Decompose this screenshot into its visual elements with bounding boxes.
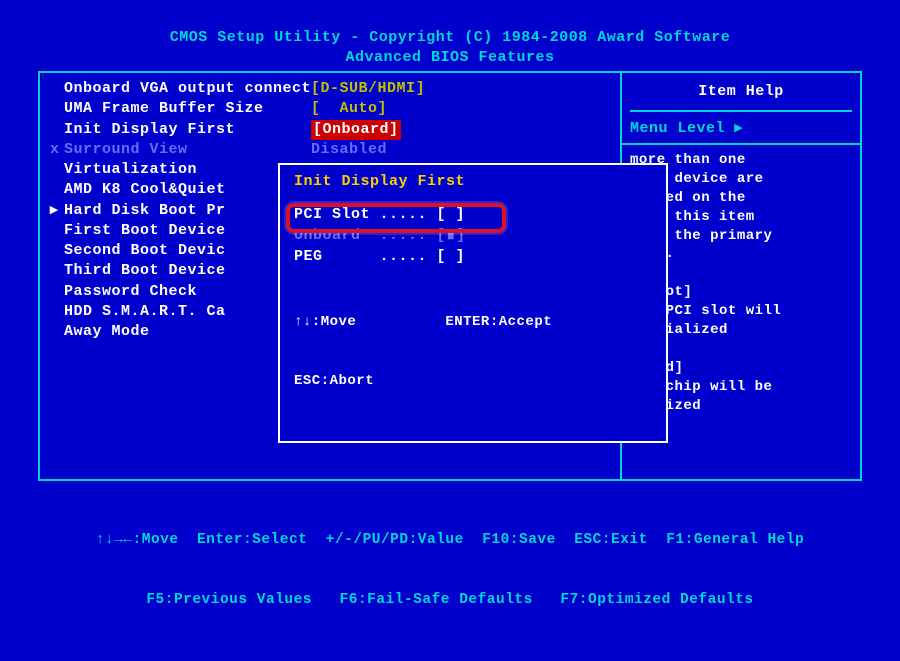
- menu-item[interactable]: UMA Frame Buffer Size [ Auto]: [50, 99, 616, 119]
- menu-marker: [50, 282, 64, 302]
- menu-item[interactable]: Onboard VGA output connect[D-SUB/HDMI]: [50, 79, 616, 99]
- menu-marker: [50, 221, 64, 241]
- menu-label: UMA Frame Buffer Size: [64, 99, 311, 119]
- menu-label: Surround View: [64, 140, 311, 160]
- popup-hint-line1: ↑↓:Move ENTER:Accept: [294, 313, 652, 333]
- menu-marker: [50, 241, 64, 261]
- popup-hint-line2: ESC:Abort: [294, 372, 652, 392]
- menu-label: AMD K8 Cool&Quiet: [64, 180, 226, 200]
- menu-label: Virtualization: [64, 160, 197, 180]
- menu-label: Away Mode: [64, 322, 150, 342]
- menu-marker: [50, 160, 64, 180]
- menu-marker: [50, 79, 64, 99]
- menu-item[interactable]: xSurround View Disabled: [50, 140, 616, 160]
- menu-marker: [50, 322, 64, 342]
- menu-level: Menu Level ▸: [630, 118, 852, 137]
- popup-option[interactable]: PEG ..... [ ]: [294, 246, 652, 267]
- menu-value: [Onboard]: [311, 120, 401, 140]
- menu-label: Third Boot Device: [64, 261, 226, 281]
- settings-panel: Onboard VGA output connect[D-SUB/HDMI] U…: [40, 73, 620, 479]
- menu-marker: [50, 302, 64, 322]
- help-title: Item Help: [630, 79, 852, 112]
- menu-label: HDD S.M.A.R.T. Ca: [64, 302, 226, 322]
- menu-marker: [50, 99, 64, 119]
- footer-line1: ↑↓→←:Move Enter:Select +/-/PU/PD:Value F…: [38, 530, 862, 550]
- menu-value: Disabled: [311, 140, 387, 160]
- popup-init-display-first[interactable]: Init Display First PCI Slot ..... [ ]Onb…: [278, 163, 668, 443]
- menu-item[interactable]: Init Display First [Onboard]: [50, 120, 616, 140]
- menu-marker: ▸: [50, 201, 64, 221]
- menu-value: [D-SUB/HDMI]: [311, 79, 425, 99]
- popup-option[interactable]: PCI Slot ..... [ ]: [294, 204, 652, 225]
- footer: ↑↓→←:Move Enter:Select +/-/PU/PD:Value F…: [38, 489, 862, 651]
- menu-marker: [50, 180, 64, 200]
- menu-marker: x: [50, 140, 64, 160]
- popup-option[interactable]: Onboard ..... [∎]: [294, 225, 652, 246]
- menu-label: Second Boot Devic: [64, 241, 226, 261]
- menu-value: [ Auto]: [311, 99, 387, 119]
- header-line1: CMOS Setup Utility - Copyright (C) 1984-…: [38, 28, 862, 48]
- menu-label: Onboard VGA output connect: [64, 79, 311, 99]
- header-line2: Advanced BIOS Features: [38, 48, 862, 68]
- menu-marker: [50, 261, 64, 281]
- main-frame: Onboard VGA output connect[D-SUB/HDMI] U…: [38, 71, 862, 481]
- menu-label: First Boot Device: [64, 221, 226, 241]
- menu-marker: [50, 120, 64, 140]
- popup-options[interactable]: PCI Slot ..... [ ]Onboard ..... [∎]PEG .…: [294, 204, 652, 267]
- header: CMOS Setup Utility - Copyright (C) 1984-…: [38, 28, 862, 67]
- menu-label: Password Check: [64, 282, 197, 302]
- menu-label: Init Display First: [64, 120, 311, 140]
- popup-hints: ↑↓:Move ENTER:Accept ESC:Abort: [294, 274, 652, 431]
- footer-line2: F5:Previous Values F6:Fail-Safe Defaults…: [38, 590, 862, 610]
- popup-title: Init Display First: [294, 173, 652, 190]
- menu-label: Hard Disk Boot Pr: [64, 201, 226, 221]
